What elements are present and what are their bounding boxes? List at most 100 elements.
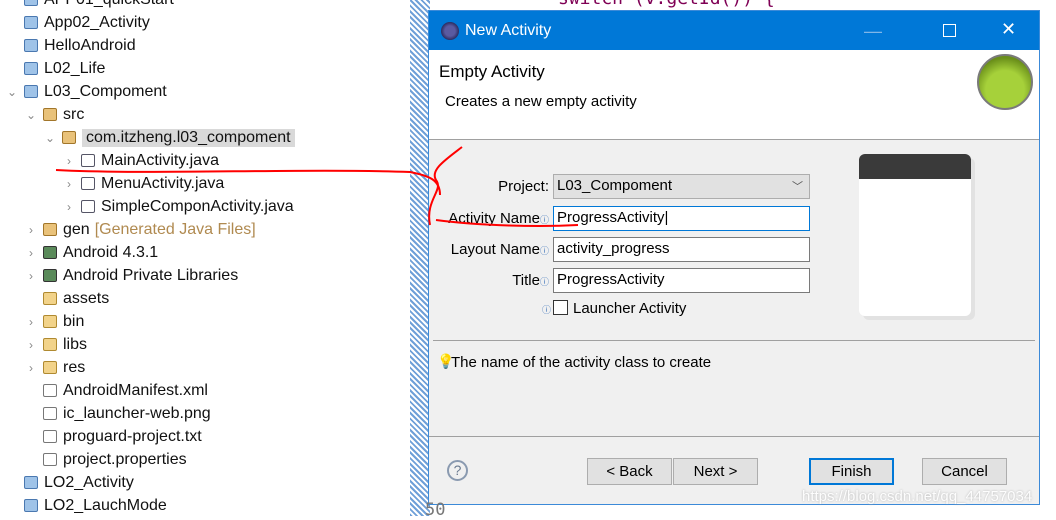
java-file-warning-icon: [81, 177, 95, 190]
android-logo-icon: [977, 54, 1033, 110]
project-folder-icon: [24, 476, 38, 489]
layout-name-input[interactable]: activity_progress: [553, 237, 810, 262]
tree-item-decoration: [Generated Java Files]: [94, 220, 256, 238]
finish-button[interactable]: Finish: [809, 458, 894, 485]
close-button[interactable]: ✕: [1001, 19, 1016, 40]
chevron-right-icon[interactable]: ›: [25, 269, 37, 283]
maximize-button[interactable]: [943, 24, 956, 37]
project-folder-icon: [24, 499, 38, 512]
project-combo[interactable]: L03_Compoment ﹀: [553, 174, 810, 199]
dialog-title: New Activity: [465, 21, 552, 39]
editor-right-edge: [1040, 0, 1056, 516]
chevron-right-icon[interactable]: ›: [63, 154, 75, 168]
chevron-right-icon[interactable]: ›: [25, 361, 37, 375]
tree-item[interactable]: assets: [25, 287, 109, 310]
tree-item-label: App02_Activity: [44, 13, 150, 31]
tree-item-label: bin: [63, 312, 85, 330]
chevron-down-icon[interactable]: ⌄: [6, 85, 18, 99]
tree-item[interactable]: L02_Life: [6, 57, 105, 80]
chevron-down-icon: ﹀: [792, 181, 803, 193]
tree-item-label: LO2_LauchMode: [44, 496, 167, 514]
tree-item[interactable]: project.properties: [25, 448, 187, 471]
launcher-activity-label: Launcher Activity: [573, 300, 687, 317]
project-folder-icon: [24, 39, 38, 52]
title-label: Titleⓘ: [512, 272, 549, 289]
tree-item[interactable]: ic_launcher-web.png: [25, 402, 211, 425]
info-icon: ⓘ: [539, 277, 549, 287]
tree-item[interactable]: ⌄ L03_Compoment: [6, 80, 167, 103]
chevron-down-icon[interactable]: ⌄: [44, 131, 56, 145]
text-file-icon: [43, 430, 57, 443]
folder-icon: [43, 315, 57, 328]
package-explorer-tree: APP01_quickStart App02_Activity HelloAndro…: [0, 0, 410, 516]
project-folder-icon: [24, 16, 38, 29]
project-folder-icon: [24, 0, 38, 6]
launcher-activity-checkbox[interactable]: [553, 300, 568, 315]
tree-item[interactable]: ⌄ src: [25, 103, 84, 126]
tree-item-label: src: [63, 105, 85, 123]
tree-item[interactable]: proguard-project.txt: [25, 425, 202, 448]
activity-name-input[interactable]: ProgressActivity|: [553, 206, 810, 231]
divider: [433, 340, 1035, 341]
package-error-icon: [62, 131, 76, 144]
tree-item-label: gen: [63, 220, 90, 238]
tree-item-label: res: [63, 358, 86, 376]
tree-item-label: Android Private Libraries: [63, 266, 239, 284]
wizard-banner: Empty Activity Creates a new empty activ…: [429, 50, 1039, 140]
tree-item[interactable]: › gen [Generated Java Files]: [25, 218, 256, 241]
library-icon: [43, 246, 57, 259]
wizard-description: Creates a new empty activity: [445, 93, 637, 110]
tree-item[interactable]: AndroidManifest.xml: [25, 379, 208, 402]
editor-ruler: [410, 0, 430, 516]
tree-item-label: com.itzheng.l03_compoment: [82, 128, 295, 147]
project-label: Project:: [498, 178, 549, 195]
help-icon[interactable]: ?: [447, 460, 468, 481]
info-icon: ⓘ: [542, 305, 552, 315]
next-button[interactable]: Next >: [673, 458, 758, 485]
chevron-right-icon[interactable]: ›: [63, 200, 75, 214]
tree-item-label: MenuActivity.java: [101, 174, 225, 192]
tree-item[interactable]: LO2_Activity: [6, 471, 134, 494]
tree-item[interactable]: › Android 4.3.1: [25, 241, 158, 264]
image-file-icon: [43, 407, 57, 420]
wizard-form: Project: L03_Compoment ﹀ Activity Nameⓘ P…: [429, 140, 1039, 470]
cancel-button[interactable]: Cancel: [922, 458, 1007, 485]
tree-item-label: AndroidManifest.xml: [63, 381, 208, 399]
wizard-heading: Empty Activity: [439, 62, 545, 81]
eclipse-logo-icon: [441, 21, 459, 40]
chevron-right-icon[interactable]: ›: [63, 177, 75, 191]
folder-icon: [43, 361, 57, 374]
java-file-error-icon: [81, 154, 95, 167]
chevron-right-icon[interactable]: ›: [25, 338, 37, 352]
tree-item[interactable]: › SimpleComponActivity.java: [63, 195, 294, 218]
java-file-warning-icon: [81, 200, 95, 213]
folder-icon: [43, 292, 57, 305]
tree-item[interactable]: LO2_LauchMode: [6, 494, 167, 517]
source-folder-error-icon: [43, 108, 57, 121]
chevron-down-icon[interactable]: ⌄: [25, 108, 37, 122]
tree-item[interactable]: › MainActivity.java: [63, 149, 219, 172]
tree-item[interactable]: › libs: [25, 333, 87, 356]
minimize-button[interactable]: —: [864, 21, 882, 42]
tree-item[interactable]: APP01_quickStart: [6, 0, 174, 11]
tree-item[interactable]: › res: [25, 356, 85, 379]
tree-item[interactable]: › Android Private Libraries: [25, 264, 238, 287]
back-button[interactable]: < Back: [587, 458, 672, 485]
chevron-right-icon[interactable]: ›: [25, 246, 37, 260]
folder-icon: [43, 338, 57, 351]
info-icon: ⓘ: [539, 246, 549, 256]
tree-item[interactable]: App02_Activity: [6, 11, 150, 34]
chevron-right-icon[interactable]: ›: [25, 315, 37, 329]
file-icon: [43, 453, 57, 466]
new-activity-dialog: New Activity — ✕ Empty Activity Creates …: [428, 10, 1040, 505]
hint-text: The name of the activity class to create: [451, 354, 712, 371]
tree-item[interactable]: › bin: [25, 310, 84, 333]
dialog-titlebar: New Activity — ✕: [429, 11, 1039, 50]
tree-item[interactable]: HelloAndroid: [6, 34, 136, 57]
tree-item-label: Android 4.3.1: [63, 243, 159, 261]
xml-file-icon: [43, 384, 57, 397]
tree-item[interactable]: › MenuActivity.java: [63, 172, 224, 195]
chevron-right-icon[interactable]: ›: [25, 223, 37, 237]
tree-item[interactable]: ⌄ com.itzheng.l03_compoment: [44, 126, 295, 149]
title-input[interactable]: ProgressActivity: [553, 268, 810, 293]
